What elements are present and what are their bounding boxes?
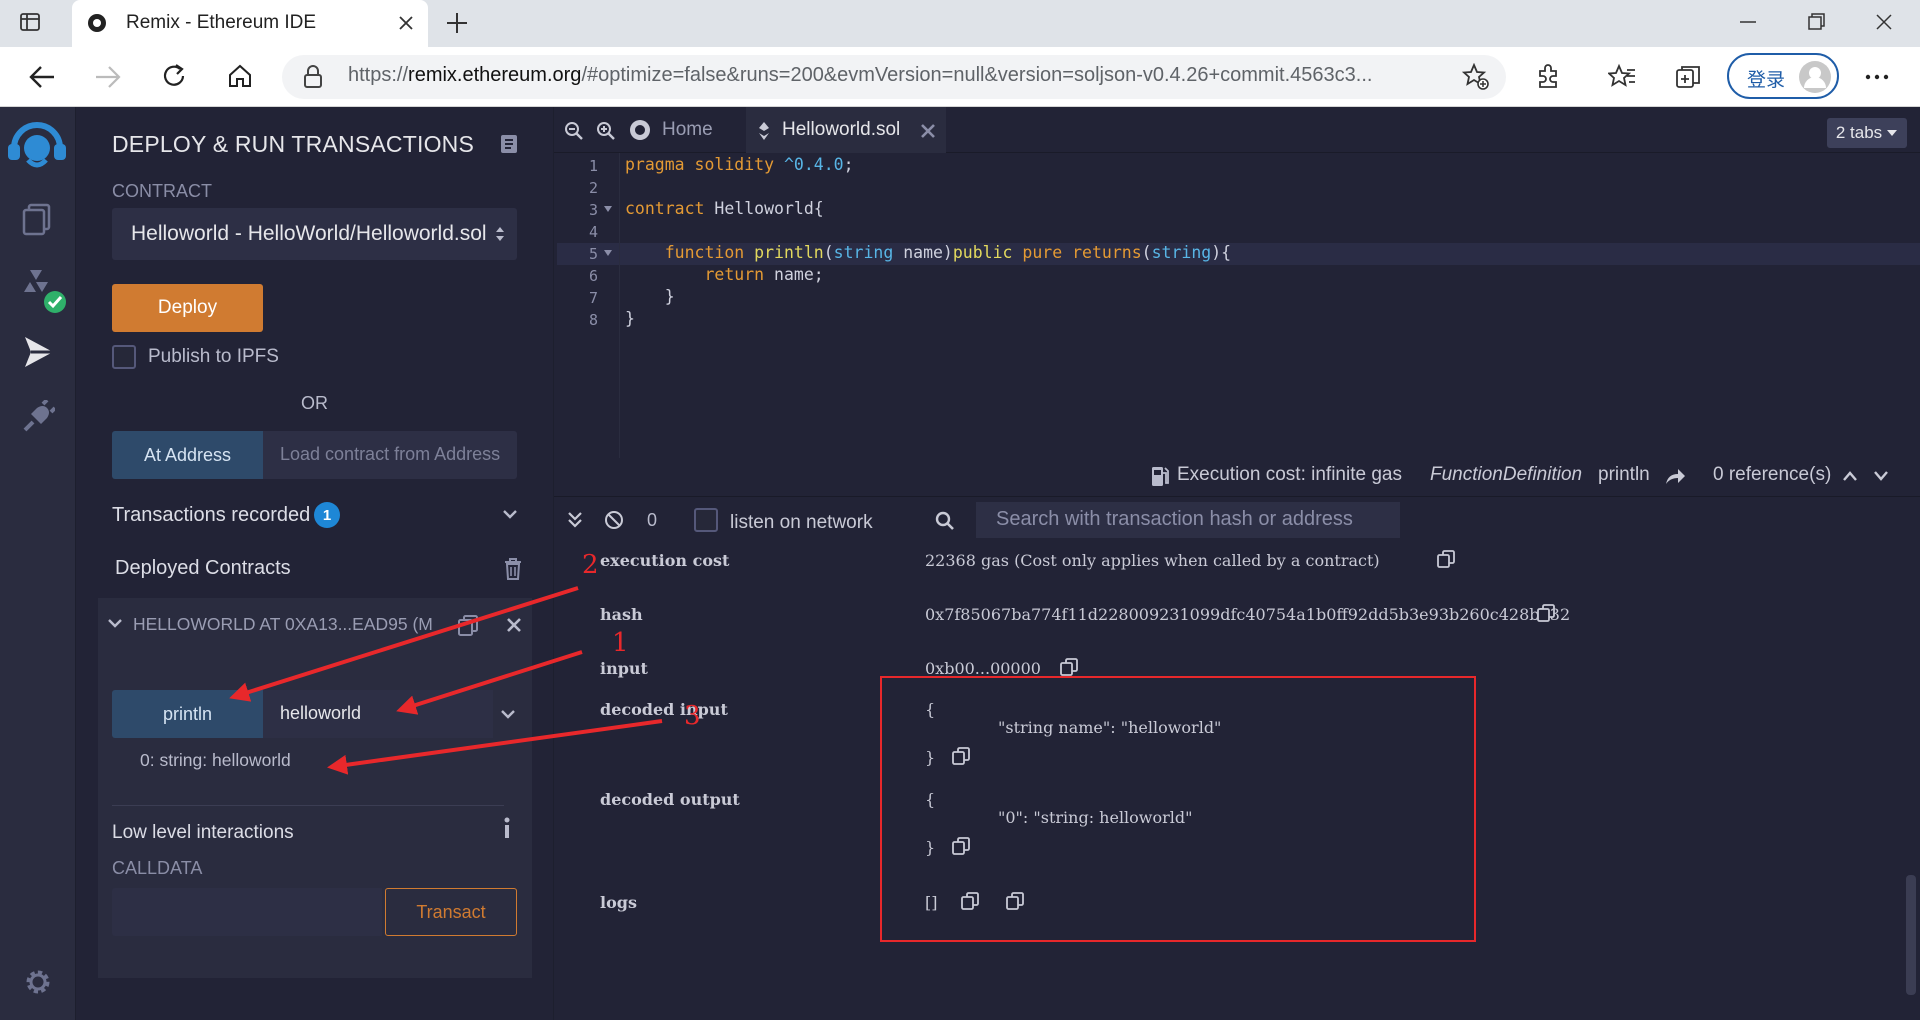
annotation-number-1: 1 [612, 628, 629, 658]
annotation-arrow-2 [229, 586, 579, 702]
annotation-arrow-3 [327, 719, 663, 775]
annotation-arrows [229, 586, 663, 775]
annotation-number-3: 3 [684, 701, 701, 731]
annotation-arrow-1 [396, 650, 583, 715]
annotation-number-2: 2 [582, 550, 599, 580]
